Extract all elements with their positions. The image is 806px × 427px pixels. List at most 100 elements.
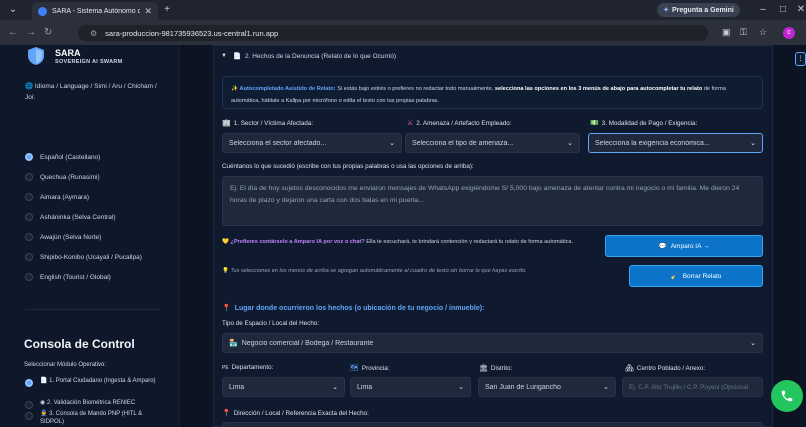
close-window-icon[interactable]: ✕ (794, 3, 806, 17)
profile-avatar[interactable]: c (783, 27, 795, 39)
provincia-select-value: Lima (357, 383, 373, 391)
expander-header[interactable]: ▼ 📄 2. Hechos de la Denuncia (Relato de … (221, 52, 396, 61)
radio-icon[interactable] (25, 193, 33, 201)
amenaza-select-value: Selecciona el tipo de amenaza... (412, 139, 514, 147)
brand-subtitle: SOVEREIGN AI SWARM (55, 59, 123, 65)
close-tab-icon[interactable]: ✕ (144, 6, 152, 17)
chevron-down-icon: ⌄ (458, 384, 464, 391)
chevron-down-icon: ⌄ (750, 140, 756, 147)
radio-selected-icon[interactable] (25, 379, 33, 387)
translate-icon[interactable]: ▣ (722, 27, 731, 38)
radio-icon[interactable] (25, 401, 33, 409)
distrito-select[interactable]: San Juan de Lurigancho ⌄ (478, 377, 616, 397)
radio-icon[interactable] (25, 412, 33, 420)
departamento-label: PE Departamento: (222, 364, 273, 371)
espacio-select-value: Negocio comercial / Bodega / Restaurante (241, 339, 374, 347)
call-button[interactable] (771, 380, 803, 412)
amenaza-select[interactable]: Selecciona el tipo de amenaza... ⌄ (405, 133, 580, 153)
centro-label-text: Centro Poblado / Anexo: (636, 364, 706, 372)
radio-icon[interactable] (25, 213, 33, 221)
password-key-icon[interactable]: ⚿ (740, 27, 747, 38)
lugar-section-title: 📍 Lugar donde ocurrieron los hechos (o ub… (222, 304, 484, 313)
maximize-icon[interactable]: □ (776, 3, 790, 17)
browser-tab[interactable]: SARA - Sistema Autónomo de ✕ (32, 2, 158, 20)
sidebar-toggle-icon[interactable]: ⋮ (795, 52, 806, 66)
banner-text-1: Si estás bajo estrés o prefieres no reda… (337, 86, 494, 92)
document-icon: 📄 (232, 53, 242, 60)
radio-icon[interactable] (25, 253, 33, 261)
module-option-portal[interactable]: 📄 1. Portal Ciudadano (Ingesta & Amparo) (25, 377, 160, 387)
pago-label: 💵 3. Modalidad de Pago / Exigencia: (590, 119, 697, 128)
sara-favicon-icon (38, 6, 47, 16)
sector-select[interactable]: Selecciona el sector afectado... ⌄ (222, 133, 402, 153)
radio-icon[interactable] (25, 273, 33, 281)
gemini-button[interactable]: ✦ Pregunta a Gemini (657, 3, 740, 17)
amparo-prompt: ¿Prefieres contárselo a Amparo IA por vo… (230, 239, 365, 245)
module-option-pnp[interactable]: 👮 3. Consola de Mando PNP (HITL & SIDPOL… (25, 410, 160, 426)
relato-label: Cuéntanos lo que sucedió (escribe con tu… (222, 163, 474, 170)
amparo-text: Ella te escuchará, te brindará contenció… (366, 239, 574, 245)
relato-textarea[interactable]: Ej. El día de hoy sujetos desconocidos m… (222, 176, 763, 226)
language-option-awajun[interactable]: Awajún (Selva Norte) (25, 233, 101, 241)
sector-select-value: Selecciona el sector afectado... (229, 139, 327, 147)
module-option-reniec[interactable]: ◉ 2. Validación Biométrica RENIEC (25, 399, 160, 409)
chevron-down-icon: ⌄ (567, 140, 573, 147)
chevron-down-icon: ⌄ (332, 384, 338, 391)
amparo-button-label: Amparo IA → (670, 242, 710, 250)
radio-selected-icon[interactable] (25, 153, 33, 161)
pago-select[interactable]: Selecciona la exigencia económica... ⌄ (588, 133, 763, 153)
houses-icon: 🏘 (625, 365, 634, 372)
sidebar-divider (25, 309, 160, 310)
forward-icon[interactable]: → (26, 27, 36, 38)
tab-menu-icon[interactable]: ⌄ (6, 3, 20, 17)
amenaza-label-text: 2. Amenaza / Artefacto Empleado: (416, 119, 512, 127)
bookmark-star-icon[interactable]: ☆ (759, 27, 767, 38)
provincia-select[interactable]: Lima ⌄ (350, 377, 471, 397)
direccion-input[interactable] (222, 422, 763, 427)
module-option-label: 1. Portal Ciudadano (Ingesta & Amparo) (49, 378, 156, 384)
map-pin-icon: 📍 (222, 305, 231, 312)
borrar-relato-button[interactable]: 🧹 Borrar Relato (629, 265, 763, 287)
phone-icon (781, 390, 793, 402)
tip-text: Tus selecciones en los menús de arriba s… (230, 268, 527, 274)
pe-flag-icon: PE (222, 364, 229, 371)
provincia-label: 🗺 Provincia: (350, 364, 390, 373)
language-option-espanol[interactable]: Español (Castellano) (25, 153, 100, 161)
amparo-hint: 💛 ¿Prefieres contárselo a Amparo IA por … (222, 236, 597, 248)
site-info-icon[interactable]: ⚙ (90, 29, 97, 38)
centro-input[interactable]: Ej. C.P. Alto Trujillo / C.P. Poyeni (Op… (622, 377, 763, 397)
tip-hint: 💡 Tus selecciones en los menús de arriba… (222, 265, 597, 277)
language-option-aimara[interactable]: Aimara (Aymara) (25, 193, 89, 201)
sparkle-icon: ✨ (231, 86, 238, 92)
money-icon: 💵 (590, 120, 599, 127)
radio-icon[interactable] (25, 173, 33, 181)
amparo-ia-button[interactable]: 💬 Amparo IA → (605, 235, 763, 257)
minimize-icon[interactable]: – (756, 3, 770, 17)
language-option-label: Español (Castellano) (40, 153, 101, 161)
language-option-label: Awajún (Selva Norte) (40, 233, 102, 241)
gemini-button-label: Pregunta a Gemini (672, 6, 734, 14)
language-option-english[interactable]: English (Tourist / Global) (25, 273, 111, 281)
bank-icon: 🏛 (479, 365, 488, 372)
language-option-shipibo[interactable]: Shipibo-Konibo (Ucayali / Pucallpa) (25, 253, 142, 261)
sector-label-text: 1. Sector / Víctima Afectada: (233, 119, 314, 127)
distrito-label-text: Distrito: (490, 364, 513, 372)
new-tab-icon[interactable]: + (160, 3, 174, 17)
language-option-ashaninka[interactable]: Asháninka (Selva Central) (25, 213, 116, 221)
autocomplete-banner: ✨ Autocompletado Asistido de Relato: Si … (222, 76, 763, 109)
chat-bubble-icon: 💬 (658, 243, 667, 250)
departamento-select[interactable]: Lima ⌄ (222, 377, 345, 397)
direccion-label-text: Dirección / Local / Referencia Exacta de… (233, 409, 369, 417)
banner-bold: selecciona las opciones en los 3 menús d… (494, 86, 703, 92)
map-pin-icon: 📍 (222, 410, 231, 417)
reload-icon[interactable]: ↻ (44, 27, 52, 38)
distrito-label: 🏛 Distrito: (479, 364, 513, 373)
language-option-label: Asháninka (Selva Central) (40, 213, 116, 221)
radio-icon[interactable] (25, 233, 33, 241)
back-icon[interactable]: ← (8, 27, 18, 38)
espacio-select[interactable]: 🏪 Negocio comercial / Bodega / Restaurant… (222, 333, 763, 353)
address-bar[interactable]: ⚙ sara-produccion-981735936523.us-centra… (78, 25, 708, 41)
language-option-quechua[interactable]: Quechua (Runasimi) (25, 173, 100, 181)
centro-label: 🏘 Centro Poblado / Anexo: (625, 364, 706, 373)
document-icon: 📄 (40, 378, 50, 384)
